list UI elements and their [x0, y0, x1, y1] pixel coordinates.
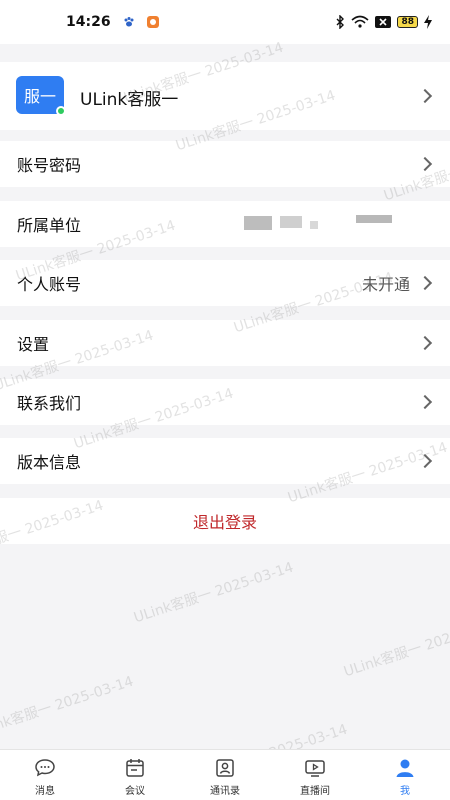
tab-live-room[interactable]: 直播间	[270, 750, 360, 800]
battery-indicator: 88	[397, 16, 418, 28]
person-icon	[396, 759, 414, 777]
watermark-text: ULink客服一 2025-03-14	[131, 559, 296, 627]
menu-label: 版本信息	[17, 453, 82, 472]
menu-item-contact-us[interactable]: 联系我们	[0, 379, 450, 425]
menu-label: 设置	[17, 335, 50, 354]
sim-off-icon	[375, 16, 392, 28]
chevron-right-icon	[417, 335, 433, 351]
tab-contacts[interactable]: 通讯录	[180, 750, 270, 800]
tab-messages[interactable]: 消息	[0, 750, 90, 800]
tab-label: 消息	[35, 786, 55, 797]
tab-meetings[interactable]: 会议	[90, 750, 180, 800]
status-bar: 14:26 88	[0, 0, 450, 44]
menu-label: 所属单位	[17, 216, 82, 235]
chevron-right-icon	[417, 453, 433, 469]
personal-account-status: 未开通	[361, 275, 410, 294]
menu-item-settings[interactable]: 设置	[0, 320, 450, 366]
profile-name: ULink客服一	[80, 90, 179, 110]
avatar-text: 服一	[23, 87, 56, 106]
menu-item-personal-account[interactable]: 个人账号 未开通	[0, 260, 450, 306]
tv-play-icon	[305, 760, 325, 777]
logout-button[interactable]: 退出登录	[0, 498, 450, 544]
chevron-right-icon	[417, 156, 433, 172]
watermark-text: ULink客服一 2025-03-14	[341, 613, 450, 681]
tab-label: 我	[400, 786, 410, 797]
chevron-right-icon	[417, 275, 433, 291]
menu-label: 个人账号	[17, 275, 82, 294]
menu-label: 账号密码	[17, 156, 82, 175]
app-notification-icon	[146, 16, 159, 28]
status-time: 14:26	[66, 14, 111, 30]
online-status-dot	[56, 106, 66, 116]
tab-label: 通讯录	[210, 786, 240, 797]
bluetooth-icon	[336, 15, 345, 29]
contacts-icon	[216, 759, 234, 777]
calendar-icon	[126, 759, 144, 777]
bottom-tab-bar: 消息 会议 通讯录 直播间 我	[0, 749, 450, 800]
chat-bubble-icon	[35, 759, 55, 777]
menu-label: 联系我们	[17, 394, 82, 413]
menu-item-organization: 所属单位	[0, 201, 450, 247]
menu-item-account-password[interactable]: 账号密码	[0, 141, 450, 187]
menu-item-version-info[interactable]: 版本信息	[0, 438, 450, 484]
wifi-icon	[351, 15, 369, 28]
chevron-right-icon	[417, 394, 433, 410]
avatar: 服一	[16, 76, 66, 116]
tab-label: 会议	[125, 786, 145, 797]
chevron-right-icon	[417, 88, 433, 104]
watermark-text: ULink客服一 2025-03-14	[0, 673, 136, 741]
charging-icon	[424, 15, 432, 29]
profile-row[interactable]: 服一 ULink客服一	[0, 62, 450, 130]
tab-me[interactable]: 我	[360, 750, 450, 800]
tab-label: 直播间	[300, 786, 330, 797]
baidu-paw-icon	[124, 17, 134, 27]
